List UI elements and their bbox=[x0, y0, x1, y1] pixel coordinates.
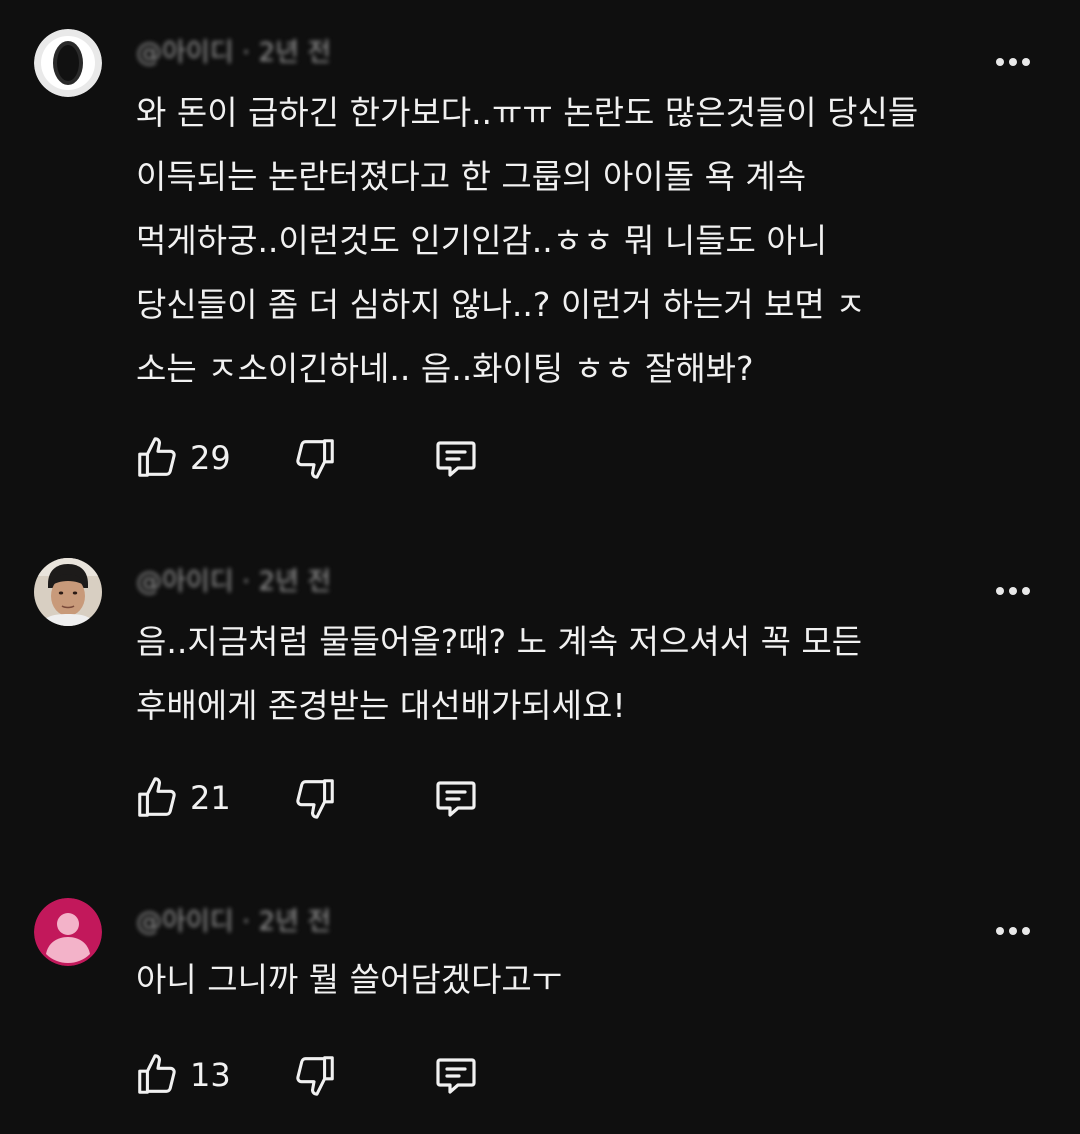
comment-author-handle[interactable]: @아이디 · 2년 전 bbox=[136, 567, 331, 597]
comment-line: 이득되는 논란터졌다고 한 그룹의 아이돌 욕 계속 bbox=[136, 157, 807, 196]
more-dot bbox=[1022, 927, 1030, 935]
comment-text: 와 돈이 급하긴 한가보다..ㅠㅠ 논란도 많은것들이 당신들 이득되는 논란터… bbox=[136, 81, 1016, 401]
more-dot bbox=[1022, 58, 1030, 66]
more-dot bbox=[1022, 587, 1030, 595]
comment-line: 먹게하궁..이런것도 인기인감..ㅎㅎ 뭐 니들도 아니 bbox=[136, 221, 828, 260]
comment-line: 후배에게 존경받는 대선배가되세요! bbox=[136, 686, 626, 725]
comment-text: 아니 그니까 뭘 쓸어담겠다고ㅜ bbox=[136, 948, 1016, 1012]
dislike-button[interactable] bbox=[292, 773, 338, 823]
comment-author-handle[interactable]: @아이디 · 2년 전 bbox=[136, 38, 331, 68]
like-count: 13 bbox=[190, 1056, 231, 1094]
more-dot bbox=[1009, 927, 1017, 935]
thumbs-down-icon bbox=[296, 439, 334, 479]
thumbs-up-icon bbox=[138, 777, 176, 817]
reply-comment-icon bbox=[436, 781, 476, 817]
more-dot bbox=[996, 587, 1004, 595]
more-dot bbox=[1009, 587, 1017, 595]
reply-comment-icon bbox=[436, 1058, 476, 1094]
comment-author-handle[interactable]: @아이디 · 2년 전 bbox=[136, 907, 331, 937]
comment-line: 와 돈이 급하긴 한가보다..ㅠㅠ 논란도 많은것들이 당신들 bbox=[136, 93, 919, 132]
avatar[interactable] bbox=[34, 898, 102, 966]
comment-line: 아니 그니까 뭘 쓸어담겠다고ㅜ bbox=[136, 960, 563, 999]
dislike-button[interactable] bbox=[292, 1050, 338, 1100]
more-options-button[interactable] bbox=[988, 916, 1038, 946]
more-options-button[interactable] bbox=[988, 576, 1038, 606]
more-dot bbox=[1009, 58, 1017, 66]
avatar[interactable] bbox=[34, 558, 102, 626]
avatar[interactable] bbox=[34, 29, 102, 97]
like-button[interactable]: 29 bbox=[134, 433, 231, 483]
comment-text: 음..지금처럼 물들어올?때? 노 계속 저으셔서 꼭 모든 후배에게 존경받는… bbox=[136, 610, 1016, 738]
comment-line: 소는 ㅈ소이긴하네.. 음..화이팅 ㅎㅎ 잘해봐? bbox=[136, 349, 754, 388]
comment-actions: 21 bbox=[134, 773, 534, 823]
thumbs-down-icon bbox=[296, 1056, 334, 1096]
thumbs-up-icon bbox=[138, 437, 176, 477]
more-options-button[interactable] bbox=[988, 47, 1038, 77]
like-button[interactable]: 21 bbox=[134, 773, 231, 823]
reply-button[interactable] bbox=[432, 773, 480, 823]
like-button[interactable]: 13 bbox=[134, 1050, 231, 1100]
comment-actions: 13 bbox=[134, 1050, 534, 1100]
like-count: 21 bbox=[190, 779, 231, 817]
reply-button[interactable] bbox=[432, 1050, 480, 1100]
thumbs-up-icon bbox=[138, 1054, 176, 1094]
more-dot bbox=[996, 927, 1004, 935]
comment-actions: 29 bbox=[134, 433, 534, 483]
like-count: 29 bbox=[190, 439, 231, 477]
dislike-button[interactable] bbox=[292, 433, 338, 483]
more-dot bbox=[996, 58, 1004, 66]
reply-button[interactable] bbox=[432, 433, 480, 483]
comment-line: 당신들이 좀 더 심하지 않나..? 이런거 하는거 보면 ㅈ bbox=[136, 285, 866, 324]
comment-line: 음..지금처럼 물들어올?때? 노 계속 저으셔서 꼭 모든 bbox=[136, 622, 863, 661]
thumbs-down-icon bbox=[296, 779, 334, 819]
reply-comment-icon bbox=[436, 441, 476, 477]
